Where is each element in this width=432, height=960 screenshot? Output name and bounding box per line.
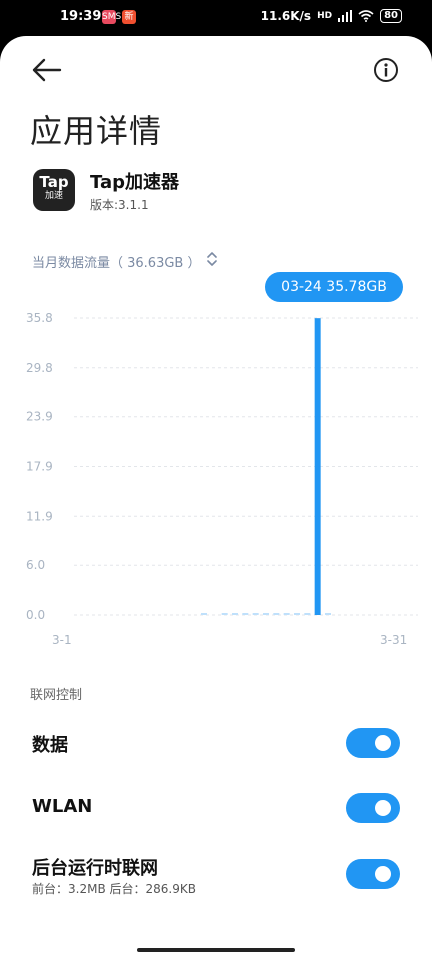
y-tick-label: 0.0	[26, 608, 45, 622]
status-right: 11.6K/s HD 80	[261, 9, 402, 23]
home-indicator[interactable]	[137, 948, 295, 952]
background-network-toggle[interactable]	[346, 859, 400, 889]
status-bar: 19:39 SMS 新 11.6K/s HD 80	[0, 0, 432, 36]
usage-bar[interactable]	[201, 613, 207, 615]
app-icon-subtext: 加速	[44, 191, 63, 201]
mobile-data-label: 数据	[32, 735, 68, 756]
network-speed: 11.6K/s	[260, 9, 312, 23]
toggle-knob	[375, 800, 391, 816]
wlan-toggle[interactable]	[346, 793, 400, 823]
usage-bar[interactable]	[273, 613, 280, 615]
wifi-icon	[358, 10, 374, 22]
back-arrow-icon[interactable]	[30, 56, 66, 84]
usage-bar-highlighted[interactable]	[314, 318, 321, 615]
usage-bar[interactable]	[304, 613, 311, 615]
usage-bar[interactable]	[263, 613, 269, 615]
y-tick-label: 35.8	[26, 311, 53, 325]
app-version: 版本:3.1.1	[90, 198, 149, 212]
app-details-sheet: 应用详情 Tap 加速 Tap加速器 版本:3.1.1 当月数据流量（ 36.6…	[0, 36, 432, 960]
usage-bar[interactable]	[242, 613, 249, 615]
y-tick-label: 6.0	[26, 558, 45, 572]
toggle-knob	[375, 866, 391, 882]
usage-bar[interactable]	[325, 613, 331, 615]
x-start-label: 3-1	[52, 633, 72, 647]
status-time: 19:39	[60, 9, 102, 24]
background-network-usage: 前台：3.2MB 后台：286.9KB	[32, 882, 196, 896]
background-network-label: 后台运行时联网	[32, 858, 158, 879]
app-name: Tap加速器	[90, 172, 179, 193]
monthly-data-usage-label[interactable]: 当月数据流量（ 36.63GB ）	[32, 252, 200, 271]
info-icon[interactable]	[372, 56, 400, 84]
y-tick-label: 29.8	[26, 361, 53, 375]
usage-bar[interactable]	[294, 613, 300, 615]
signal-icon: HD	[317, 11, 333, 21]
usage-bar[interactable]	[283, 613, 290, 615]
app-icon-text: Tap	[39, 173, 69, 191]
daily-usage-chart: 35.8 29.8 23.9 17.9 11.9 6.0 0.0 3-1 3-31	[26, 311, 418, 647]
x-end-label: 3-31	[380, 633, 407, 647]
sms-notification-icon: SMS	[102, 10, 122, 24]
y-tick-label: 17.9	[26, 460, 53, 474]
sort-chevron-icon[interactable]	[206, 250, 218, 268]
battery-icon: 80	[380, 9, 402, 23]
usage-bar[interactable]	[232, 613, 238, 615]
usage-bar[interactable]	[221, 613, 228, 615]
network-control-header: 联网控制	[30, 688, 83, 703]
mobile-data-toggle[interactable]	[346, 728, 400, 758]
signal-bars-icon	[338, 10, 353, 22]
wlan-label: WLAN	[32, 796, 93, 817]
selected-day-tooltip: 03-24 35.78GB	[265, 272, 403, 302]
toggle-knob	[375, 735, 391, 751]
news-notification-icon: 新	[122, 10, 136, 24]
tap-app-icon: Tap 加速	[33, 169, 75, 211]
y-tick-label: 11.9	[26, 509, 53, 523]
y-tick-label: 23.9	[26, 410, 53, 424]
usage-bar[interactable]	[252, 613, 259, 615]
page-title: 应用详情	[30, 112, 163, 150]
